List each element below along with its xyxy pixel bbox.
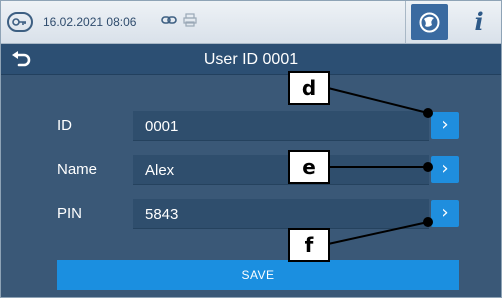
leader-e <box>328 162 433 172</box>
annotation-leaders <box>327 87 433 245</box>
leader-d <box>327 87 433 118</box>
callout-e: e <box>288 150 330 184</box>
callout-f: f <box>288 228 330 262</box>
callout-d: d <box>288 71 330 105</box>
leader-f <box>327 217 433 245</box>
